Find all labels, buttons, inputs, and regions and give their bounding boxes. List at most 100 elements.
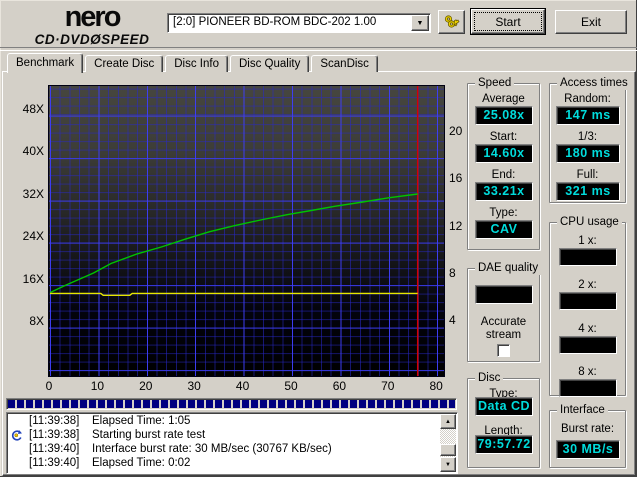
log-timestamp: [11:39:38] (29, 429, 79, 441)
access-times-group: Access times Random: 147 ms 1/3: 180 ms … (549, 83, 626, 203)
disc-length-value: 79:57.72 (475, 435, 533, 454)
cpu-2x-label: 2 x: (550, 279, 625, 291)
cpu-1x-value (559, 248, 617, 266)
interface-group: Interface Burst rate: 30 MB/s (549, 410, 626, 468)
access-onethird-label: 1/3: (550, 131, 625, 143)
y-axis-right-tick: 12 (449, 220, 462, 233)
disc-group-title: Disc (475, 372, 503, 385)
cpu-1x-label: 1 x: (550, 235, 625, 247)
disc-type-value: Data CD (475, 397, 533, 416)
x-axis-tick: 20 (139, 380, 152, 393)
x-axis-tick: 50 (284, 380, 297, 393)
log-message: Elapsed Time: 1:05 (92, 415, 190, 427)
x-axis-tick: 80 (430, 380, 443, 393)
tab-disc-info[interactable]: Disc Info (165, 55, 228, 72)
log-timestamp: [11:39:40] (29, 457, 79, 469)
y-axis-right-tick: 20 (449, 125, 462, 138)
start-button[interactable]: Start (471, 9, 545, 34)
nero-cd-dvd-speed-window: nero CD·DVDØSPEED [2:0] PIONEER BD-ROM B… (0, 0, 637, 477)
y-axis-left-tick: 24X (14, 230, 44, 243)
keys-icon (443, 13, 461, 31)
y-axis-left-tick: 48X (14, 103, 44, 116)
cpu-4x-label: 4 x: (550, 323, 625, 335)
y-axis-right-tick: 8 (449, 267, 456, 280)
cpu-8x-label: 8 x: (550, 366, 625, 378)
accurate-stream-label-1: Accurate (468, 316, 539, 328)
toolbar: nero CD·DVDØSPEED [2:0] PIONEER BD-ROM B… (0, 0, 637, 47)
interface-group-title: Interface (557, 404, 608, 417)
exit-button-label: Exit (556, 15, 626, 29)
cpu-8x-value (559, 379, 617, 397)
tab-scandisc[interactable]: ScanDisc (311, 55, 378, 72)
speed-group-title: Speed (475, 77, 514, 90)
y-axis-right-tick: 4 (449, 314, 456, 327)
speed-group: Speed Average 25.08x Start: 14.60x End: … (467, 83, 540, 250)
logo-text-cddvdspeed: CD·DVDØSPEED (12, 33, 172, 47)
nero-logo: nero CD·DVDØSPEED (12, 3, 172, 47)
access-random-label: Random: (550, 93, 625, 105)
log-row[interactable]: [11:39:40] Interface burst rate: 30 MB/se… (8, 443, 439, 457)
access-full-label: Full: (550, 169, 625, 181)
burst-rate-label: Burst rate: (550, 423, 625, 435)
x-axis-tick: 0 (46, 380, 53, 393)
dae-quality-group-title: DAE quality (475, 262, 541, 275)
series-read-speed (50, 194, 418, 293)
log-listbox[interactable]: [11:39:38]Elapsed Time: 1:05[11:39:38] St… (6, 412, 458, 474)
test-running-icon (10, 429, 23, 442)
log-row[interactable]: [11:39:40] Elapsed Time: 0:02 (8, 457, 439, 471)
series-reference-speed (50, 293, 418, 295)
log-message: Interface burst rate: 30 MB/sec (30767 K… (92, 443, 332, 455)
log-row[interactable]: [11:39:38]Elapsed Time: 1:05 (8, 415, 439, 429)
toolbar-divider (0, 47, 637, 51)
tab-bar: BenchmarkCreate DiscDisc InfoDisc Qualit… (7, 53, 380, 72)
cpu-usage-group: CPU usage 1 x: 2 x: 4 x: 8 x: (549, 222, 626, 396)
tab-create-disc[interactable]: Create Disc (85, 55, 163, 72)
chart-series-canvas (49, 86, 444, 376)
y-axis-left-tick: 32X (14, 188, 44, 201)
drive-selector-dropdown[interactable]: [2:0] PIONEER BD-ROM BDC-202 1.00 ▼ (167, 13, 431, 33)
progress-bar (6, 398, 457, 410)
tab-benchmark[interactable]: Benchmark (7, 53, 83, 73)
dae-quality-group: DAE quality Accurate stream (467, 268, 540, 362)
y-axis-left-tick: 8X (14, 315, 44, 328)
exit-button[interactable]: Exit (555, 10, 627, 34)
options-button[interactable] (438, 10, 465, 34)
scroll-down-icon[interactable]: ▼ (440, 457, 456, 472)
speed-average-value: 25.08x (475, 106, 533, 125)
x-axis-tick: 10 (91, 380, 104, 393)
log-message: Starting burst rate test (92, 429, 205, 441)
burst-rate-value: 30 MB/s (556, 440, 620, 459)
access-random-value: 147 ms (556, 106, 620, 125)
log-message: Elapsed Time: 0:02 (92, 457, 190, 469)
scrollbar-thumb[interactable] (440, 444, 456, 456)
drive-selector-value: [2:0] PIONEER BD-ROM BDC-202 1.00 (173, 16, 376, 28)
logo-text-nero: nero (12, 3, 172, 32)
speed-start-value: 14.60x (475, 144, 533, 163)
cpu-usage-group-title: CPU usage (557, 216, 622, 229)
access-onethird-value: 180 ms (556, 144, 620, 163)
chevron-down-icon[interactable]: ▼ (411, 15, 429, 31)
access-times-group-title: Access times (557, 77, 631, 90)
disc-group: Disc Type: Data CD Length: 79:57.72 (467, 378, 540, 468)
log-timestamp: [11:39:40] (29, 443, 79, 455)
x-axis-tick: 70 (381, 380, 394, 393)
speed-start-label: Start: (468, 131, 539, 143)
x-axis-tick: 40 (236, 380, 249, 393)
scroll-up-icon[interactable]: ▲ (440, 414, 456, 429)
log-scrollbar[interactable]: ▲ ▼ (440, 414, 456, 472)
start-button-focus: Start (474, 12, 542, 31)
tab-disc-quality[interactable]: Disc Quality (230, 55, 309, 72)
y-axis-right-tick: 16 (449, 172, 462, 185)
speed-type-label: Type: (468, 207, 539, 219)
speed-end-label: End: (468, 169, 539, 181)
accurate-stream-checkbox[interactable] (497, 344, 510, 357)
cpu-2x-value (559, 292, 617, 310)
log-row[interactable]: [11:39:38] Starting burst rate test (8, 429, 439, 443)
dae-quality-value (475, 285, 533, 304)
cpu-4x-value (559, 336, 617, 354)
x-axis-tick: 60 (333, 380, 346, 393)
speed-type-value: CAV (475, 220, 533, 239)
speed-end-value: 33.21x (475, 182, 533, 201)
benchmark-chart (48, 85, 445, 377)
accurate-stream-label-2: stream (468, 329, 539, 341)
